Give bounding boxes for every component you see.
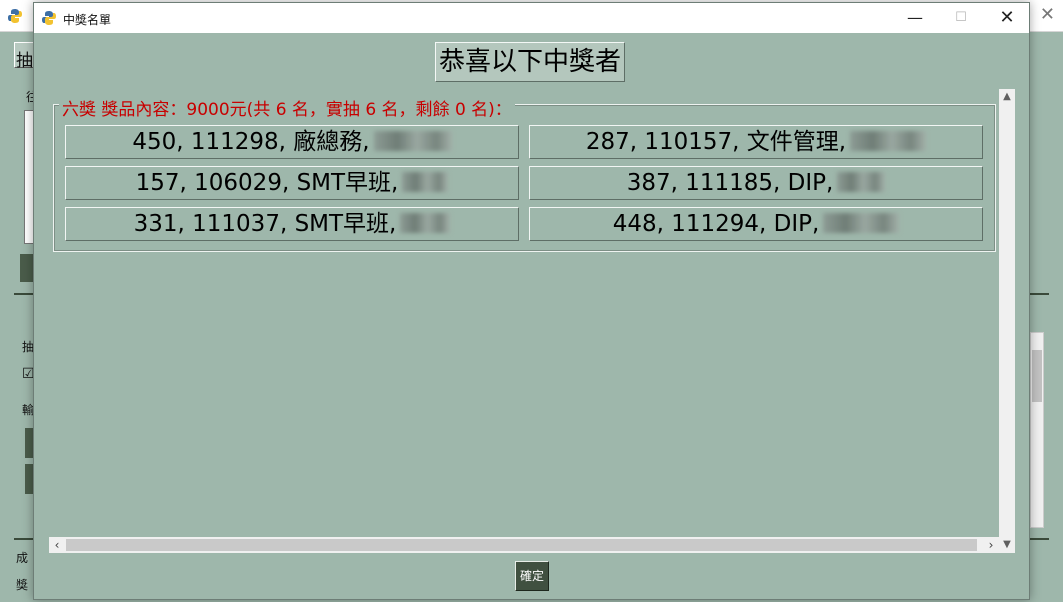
python-icon bbox=[8, 9, 22, 23]
close-icon[interactable]: ✕ bbox=[984, 3, 1030, 33]
prize-group-legend: 六獎 獎品內容：9000元(共 6 名，實抽 6 名，剩餘 0 名)： bbox=[59, 95, 515, 120]
winner-cell: 157, 106029, SMT早班, bbox=[65, 166, 519, 200]
winner-text: 287, 110157, 文件管理, bbox=[585, 129, 847, 155]
maximize-icon[interactable]: ☐ bbox=[938, 3, 984, 33]
horizontal-scrollbar-thumb[interactable] bbox=[66, 539, 977, 551]
background-draw-label: 抽 bbox=[16, 51, 33, 71]
winner-text: 387, 111185, DIP, bbox=[626, 170, 834, 196]
winners-dialog: 中獎名單 — ☐ ✕ 恭喜以下中獎者 六獎 獎品內容：9000元(共 6 名，實… bbox=[33, 2, 1030, 600]
congrats-headline: 恭喜以下中獎者 bbox=[435, 42, 626, 82]
dialog-titlebar[interactable]: 中獎名單 — ☐ ✕ bbox=[34, 3, 1029, 33]
background-close-icon[interactable]: ✕ bbox=[1040, 4, 1055, 25]
horizontal-scrollbar[interactable]: ‹ › bbox=[49, 537, 999, 553]
background-button[interactable] bbox=[20, 254, 34, 282]
winner-cell: 448, 111294, DIP, bbox=[529, 207, 983, 241]
background-separator bbox=[14, 293, 34, 295]
background-label: 成 bbox=[16, 551, 29, 565]
background-separator bbox=[14, 538, 34, 540]
winner-cell: 331, 111037, SMT早班, bbox=[65, 207, 519, 241]
python-icon bbox=[42, 11, 56, 25]
background-label: 獎 bbox=[16, 578, 29, 592]
vertical-scrollbar[interactable]: ▲ ▼ bbox=[999, 89, 1015, 553]
winner-text: 450, 111298, 廠總務, bbox=[132, 129, 370, 155]
background-draw-button[interactable]: 抽 bbox=[14, 42, 34, 71]
redacted-name bbox=[850, 130, 927, 151]
winner-text: 331, 111037, SMT早班, bbox=[133, 211, 397, 237]
winner-cell: 450, 111298, 廠總務, bbox=[65, 125, 519, 159]
scroll-down-icon[interactable]: ▼ bbox=[999, 537, 1015, 553]
winner-text: 448, 111294, DIP, bbox=[612, 211, 820, 237]
background-scrollbar-thumb[interactable] bbox=[1032, 350, 1042, 402]
winner-cell: 287, 110157, 文件管理, bbox=[529, 125, 983, 159]
redacted-name bbox=[400, 212, 451, 233]
scroll-up-icon[interactable]: ▲ bbox=[999, 89, 1015, 105]
background-separator-right bbox=[1030, 538, 1049, 540]
background-separator-right bbox=[1030, 293, 1049, 295]
redacted-name bbox=[823, 212, 900, 233]
redacted-name bbox=[402, 171, 449, 192]
winner-text: 157, 106029, SMT早班, bbox=[135, 170, 399, 196]
minimize-icon[interactable]: — bbox=[892, 3, 938, 33]
redacted-name bbox=[373, 130, 452, 151]
redacted-name bbox=[837, 171, 886, 192]
ok-button[interactable]: 確定 bbox=[515, 561, 549, 591]
scroll-right-icon[interactable]: › bbox=[983, 537, 999, 553]
scroll-left-icon[interactable]: ‹ bbox=[49, 537, 65, 553]
winner-cell: 387, 111185, DIP, bbox=[529, 166, 983, 200]
dialog-title: 中獎名單 bbox=[63, 13, 112, 27]
